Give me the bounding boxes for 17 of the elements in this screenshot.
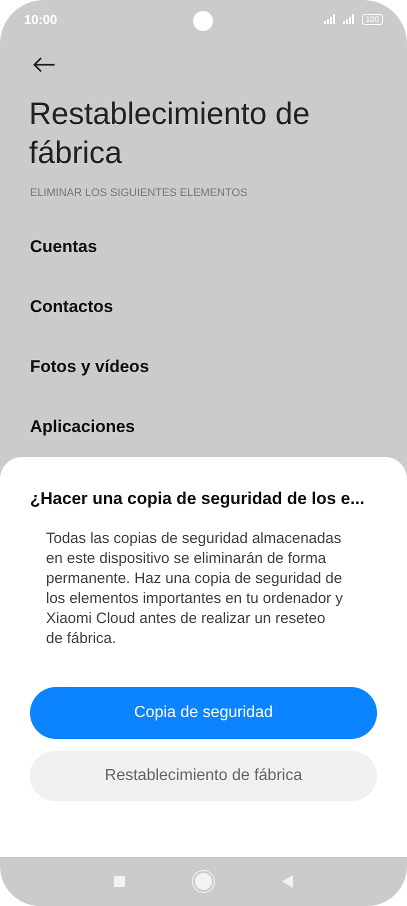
- dialog-message: Todas las copias de seguridad almacenadas en este dispositivo se eliminarán de forma permanente. Haz una copia de seguridad de los elementos importantes en tu ordenador y Xiaomi Cloud antes de realizar un reseteo de fábrica.: [46, 529, 344, 649]
- list-item: Aplicaciones: [30, 416, 136, 438]
- reset-button[interactable]: Restablecimiento de fábrica: [30, 751, 377, 801]
- backup-button[interactable]: Copia de seguridad: [30, 687, 377, 739]
- dialog-title: ¿Hacer una copia de seguridad de los e...: [30, 489, 366, 509]
- list-item: Contactos: [30, 296, 114, 318]
- recents-icon[interactable]: [114, 876, 125, 887]
- home-icon[interactable]: [195, 873, 212, 890]
- list-item: Cuentas: [30, 236, 98, 258]
- back-icon[interactable]: [282, 875, 293, 888]
- camera-cutout: [193, 11, 213, 31]
- signal-icon: [342, 14, 357, 24]
- page-title: Restablecimiento de fábrica: [29, 95, 311, 172]
- signal-icon: [324, 14, 338, 24]
- section-header: ELIMINAR LOS SIGUIENTES ELEMENTOS: [30, 187, 248, 199]
- list-item: Fotos y vídeos: [30, 356, 150, 378]
- back-arrow-icon[interactable]: [32, 56, 56, 72]
